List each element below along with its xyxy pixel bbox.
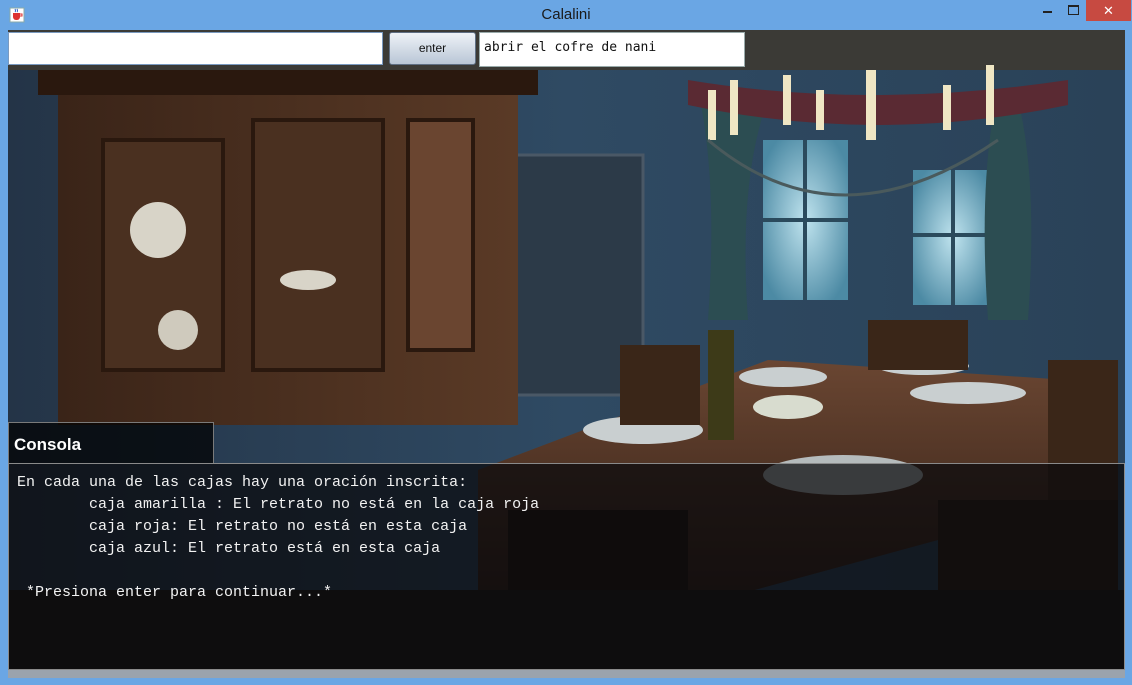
console-title: Consola [8,422,214,464]
title-bar[interactable]: Calalini ✕ [0,0,1132,30]
command-input[interactable] [8,32,383,65]
window-title: Calalini [541,6,591,23]
minimize-button[interactable] [1034,0,1062,21]
console-panel[interactable]: En cada una de las cajas hay una oración… [8,463,1125,670]
console-output: En cada una de las cajas hay una oración… [17,474,540,601]
app-window: Calalini ✕ enter abrir el cofre de nani … [0,0,1132,685]
maximize-icon [1068,5,1079,15]
maximize-button[interactable] [1062,0,1086,21]
last-command-field[interactable]: abrir el cofre de nani [479,32,745,67]
close-icon: ✕ [1103,3,1114,18]
bottom-scrollbar[interactable] [8,670,1125,678]
enter-button[interactable]: enter [389,32,476,65]
close-button[interactable]: ✕ [1086,0,1131,21]
minimize-icon [1043,11,1052,13]
game-area: enter abrir el cofre de nani Consola En … [8,30,1125,678]
